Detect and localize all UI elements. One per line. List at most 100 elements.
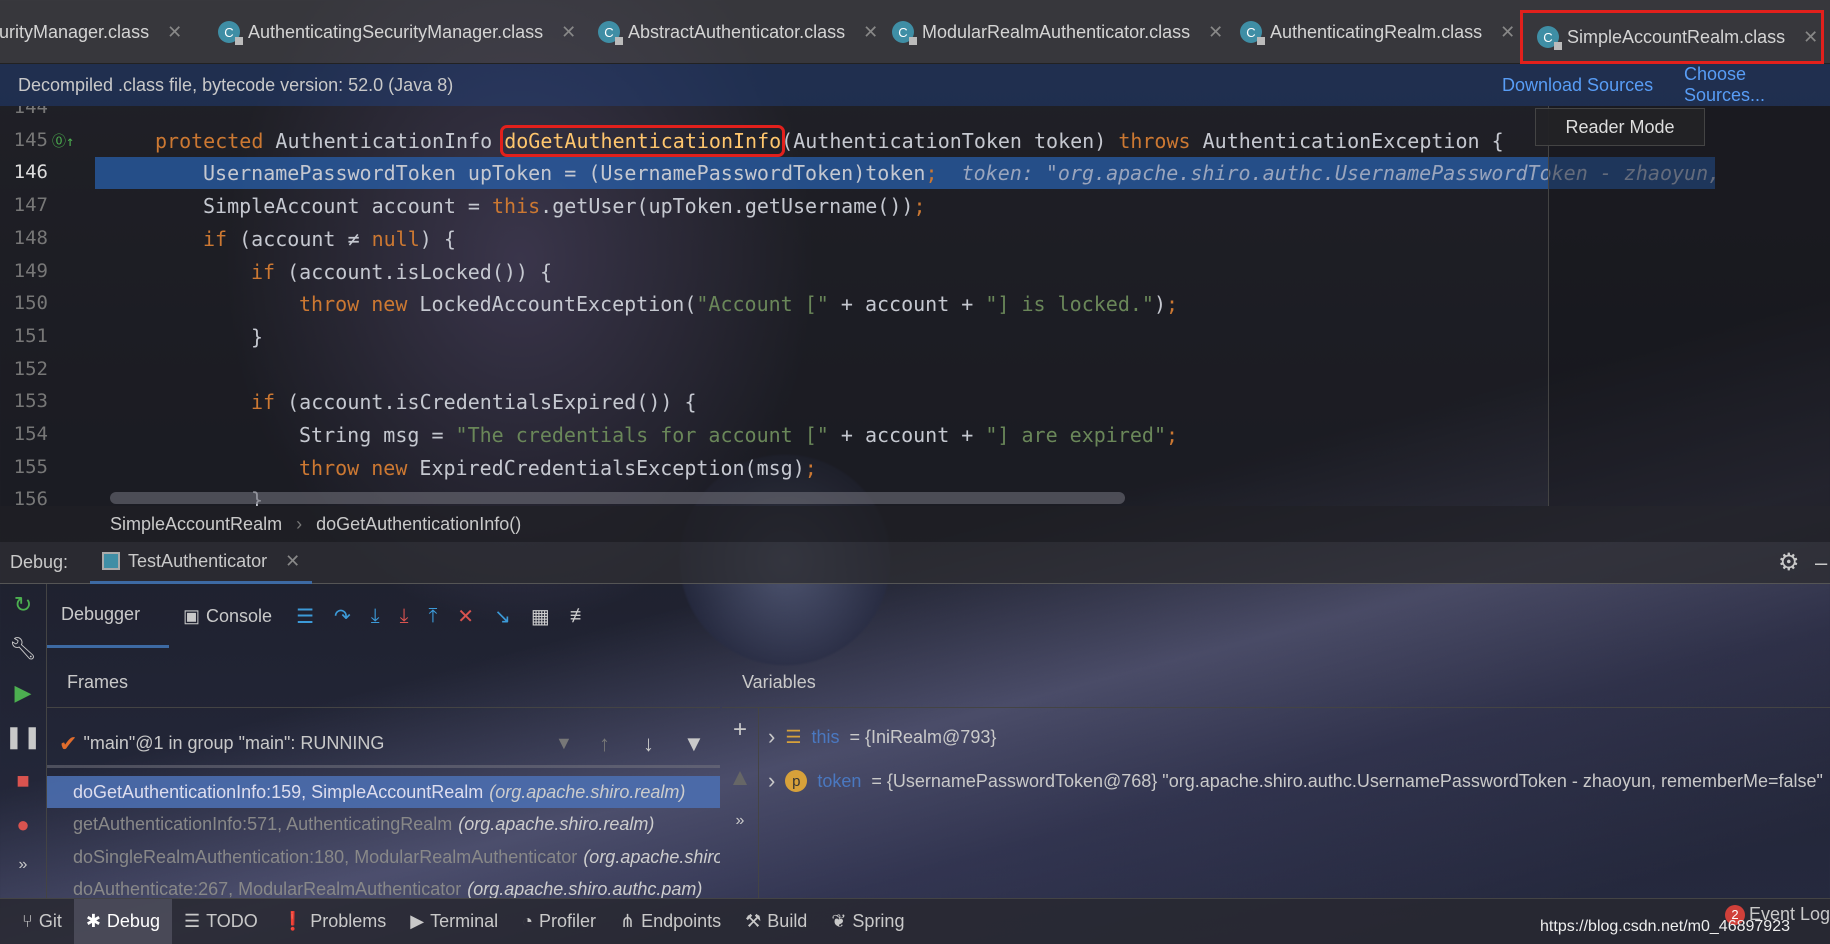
- run-config-icon: [102, 552, 121, 570]
- force-step-into-icon[interactable]: ⤓: [390, 605, 419, 628]
- minimize-icon[interactable]: –: [1815, 550, 1827, 576]
- code-token: ;: [913, 194, 926, 219]
- tab-label: ModularRealmAuthenticator.class: [922, 21, 1191, 42]
- tab-console[interactable]: ▣ Console: [169, 584, 286, 648]
- debug-session-tab[interactable]: TestAuthenticator ✕: [90, 542, 313, 584]
- tab-abstractauthenticator-class[interactable]: C AbstractAuthenticator.class ✕: [598, 0, 878, 64]
- parameter-icon: p: [785, 770, 808, 792]
- more-icon[interactable]: »: [19, 856, 28, 874]
- frame-row[interactable]: doGetAuthenticationInfo:159, SimpleAccou…: [47, 776, 720, 808]
- line-number: 144: [13, 106, 48, 118]
- arrow-down-icon[interactable]: ↓: [643, 731, 654, 757]
- code-line[interactable]: if (account ≠ null) {: [203, 227, 456, 251]
- close-tab-icon[interactable]: ✕: [1803, 27, 1818, 48]
- close-tab-icon[interactable]: ✕: [167, 22, 182, 43]
- code-token: String msg =: [299, 423, 456, 447]
- breadcrumb-class[interactable]: SimpleAccountRealm: [110, 514, 282, 535]
- frame-method: getAuthenticationInfo:571, Authenticatin…: [73, 814, 453, 834]
- wrench-icon[interactable]: 🔧︎: [9, 636, 37, 662]
- code-line[interactable]: protected AuthenticationInfo doGetAuthen…: [155, 124, 1504, 157]
- frame-row[interactable]: doSingleRealmAuthentication:180, Modular…: [47, 841, 720, 873]
- code-line[interactable]: if (account.isLocked()) {: [251, 260, 552, 284]
- add-watch-icon[interactable]: +: [733, 716, 747, 744]
- method-name: doGetAuthenticationInfo: [500, 124, 786, 157]
- bottom-tab-profiler[interactable]: ◔ Profiler: [510, 899, 608, 944]
- decompiled-info-bar: Decompiled .class file, bytecode version…: [0, 64, 1830, 106]
- scroll-up-icon[interactable]: ▲: [728, 764, 752, 792]
- trace-icon[interactable]: ≢: [560, 605, 600, 628]
- step-over-icon[interactable]: ↷: [324, 604, 361, 629]
- code-line[interactable]: UsernamePasswordToken upToken = (Usernam…: [203, 161, 1720, 185]
- code-token: ExpiredCredentialsException(msg): [419, 455, 805, 480]
- bottom-tab-label: Terminal: [430, 911, 499, 931]
- bottom-tab-build[interactable]: ⚒ Build: [733, 899, 819, 944]
- drop-frame-icon[interactable]: ✕: [447, 604, 484, 629]
- run-to-cursor-icon[interactable]: ↘: [484, 604, 521, 629]
- view-breakpoints-icon[interactable]: ●: [16, 812, 29, 838]
- thread-selector[interactable]: ✔ "main"@1 in group "main": RUNNING ▼ ↑ …: [47, 722, 720, 768]
- tab-modularrealmauthenticator-class[interactable]: C ModularRealmAuthenticator.class ✕: [892, 0, 1223, 64]
- bottom-tab-terminal[interactable]: ▶ Terminal: [398, 899, 510, 944]
- pause-icon[interactable]: ❚❚: [5, 724, 42, 750]
- frames-header: Frames: [47, 658, 720, 708]
- step-into-icon[interactable]: ⤓: [361, 605, 390, 628]
- close-tab-icon[interactable]: ✕: [561, 22, 576, 43]
- bottom-tab-label: TODO: [206, 911, 258, 931]
- code-token: + account +: [828, 292, 986, 317]
- breadcrumb-method[interactable]: doGetAuthenticationInfo(): [316, 514, 521, 535]
- tab-curitymanager-class[interactable]: curityManager.class ✕: [0, 0, 182, 64]
- bottom-tab-spring[interactable]: ❦ Spring: [819, 899, 916, 944]
- tab-debugger[interactable]: Debugger: [47, 584, 169, 648]
- chevron-right-icon[interactable]: ›: [768, 724, 775, 750]
- dropdown-icon[interactable]: ▼: [555, 733, 573, 754]
- bottom-tab-endpoints[interactable]: ⋔ Endpoints: [608, 899, 733, 944]
- code-line[interactable]: throw new ExpiredCredentialsException(ms…: [299, 456, 817, 480]
- bottom-tab-label: Profiler: [538, 911, 596, 931]
- close-tab-icon[interactable]: ✕: [863, 22, 878, 43]
- arrow-up-icon[interactable]: ↑: [599, 731, 610, 757]
- bottom-tab-todo[interactable]: ☰ TODO: [172, 899, 270, 944]
- thread-label: "main"@1 in group "main": RUNNING: [83, 733, 385, 753]
- tab-simpleaccountrealm-class[interactable]: C SimpleAccountRealm.class ✕: [1520, 10, 1824, 64]
- close-tab-icon[interactable]: ✕: [1208, 22, 1223, 43]
- bottom-tab-git[interactable]: ⑂ Git: [10, 899, 74, 944]
- code-line[interactable]: SimpleAccount account = this.getUser(upT…: [203, 194, 925, 218]
- debugger-toolbar: Debugger ▣ Console ☰ ↷ ⤓ ⤓ ⤒ ✕ ↘ ▦ ≢: [47, 584, 1830, 648]
- frame-row[interactable]: getAuthenticationInfo:571, Authenticatin…: [47, 809, 720, 841]
- code-token: "] are expired": [985, 423, 1166, 447]
- rerun-icon[interactable]: ↻: [14, 592, 32, 618]
- layout-icon[interactable]: ☰: [286, 604, 324, 629]
- line-number: 148: [13, 226, 48, 249]
- code-line[interactable]: throw new LockedAccountException("Accoun…: [299, 292, 1178, 316]
- code-minimap[interactable]: [1548, 106, 1830, 506]
- close-session-icon[interactable]: ✕: [285, 551, 300, 572]
- variable-row[interactable]: › ☰ this = {IniRealm@793}: [768, 724, 996, 750]
- close-tab-icon[interactable]: ✕: [1500, 22, 1515, 43]
- filter-icon[interactable]: ▼: [683, 731, 705, 757]
- bottom-tab-label: Endpoints: [641, 911, 722, 931]
- code-line[interactable]: String msg = "The credentials for accoun…: [299, 423, 1178, 447]
- bottom-tab-debug[interactable]: ✱ Debug: [73, 898, 172, 944]
- debug-header: Debug: TestAuthenticator ✕ ⚙ –: [0, 542, 1830, 584]
- stop-icon[interactable]: ■: [16, 768, 29, 794]
- choose-sources-link[interactable]: Choose Sources...: [1684, 64, 1830, 106]
- step-out-icon[interactable]: ⤒: [418, 605, 447, 628]
- reader-mode-button[interactable]: Reader Mode: [1535, 108, 1705, 146]
- bottom-tab-problems[interactable]: ❗ Problems: [270, 899, 398, 944]
- more-icon[interactable]: »: [736, 812, 745, 830]
- horizontal-scrollbar[interactable]: [110, 492, 1125, 504]
- tab-authenticatingrealm-class[interactable]: C AuthenticatingRealm.class ✕: [1240, 0, 1515, 64]
- resume-icon[interactable]: ▶: [15, 680, 32, 706]
- code-token: LockedAccountException(: [419, 292, 697, 317]
- code-line[interactable]: }: [251, 325, 263, 349]
- code-line[interactable]: if (account.isCredentialsExpired()) {: [251, 390, 697, 414]
- chevron-right-icon[interactable]: ›: [768, 768, 775, 794]
- evaluate-expression-icon[interactable]: ▦: [521, 604, 560, 629]
- implements-gutter-icon[interactable]: ⓪↑: [52, 131, 74, 151]
- gear-icon[interactable]: ⚙: [1778, 548, 1800, 577]
- code-token: + account +: [828, 423, 986, 447]
- code-token: }: [251, 324, 264, 349]
- variable-row[interactable]: › p token = {UsernamePasswordToken@768} "or…: [768, 768, 1823, 794]
- tab-authenticatingsecuritymanager-class[interactable]: C AuthenticatingSecurityManager.class ✕: [218, 0, 576, 64]
- download-sources-link[interactable]: Download Sources: [1502, 75, 1653, 96]
